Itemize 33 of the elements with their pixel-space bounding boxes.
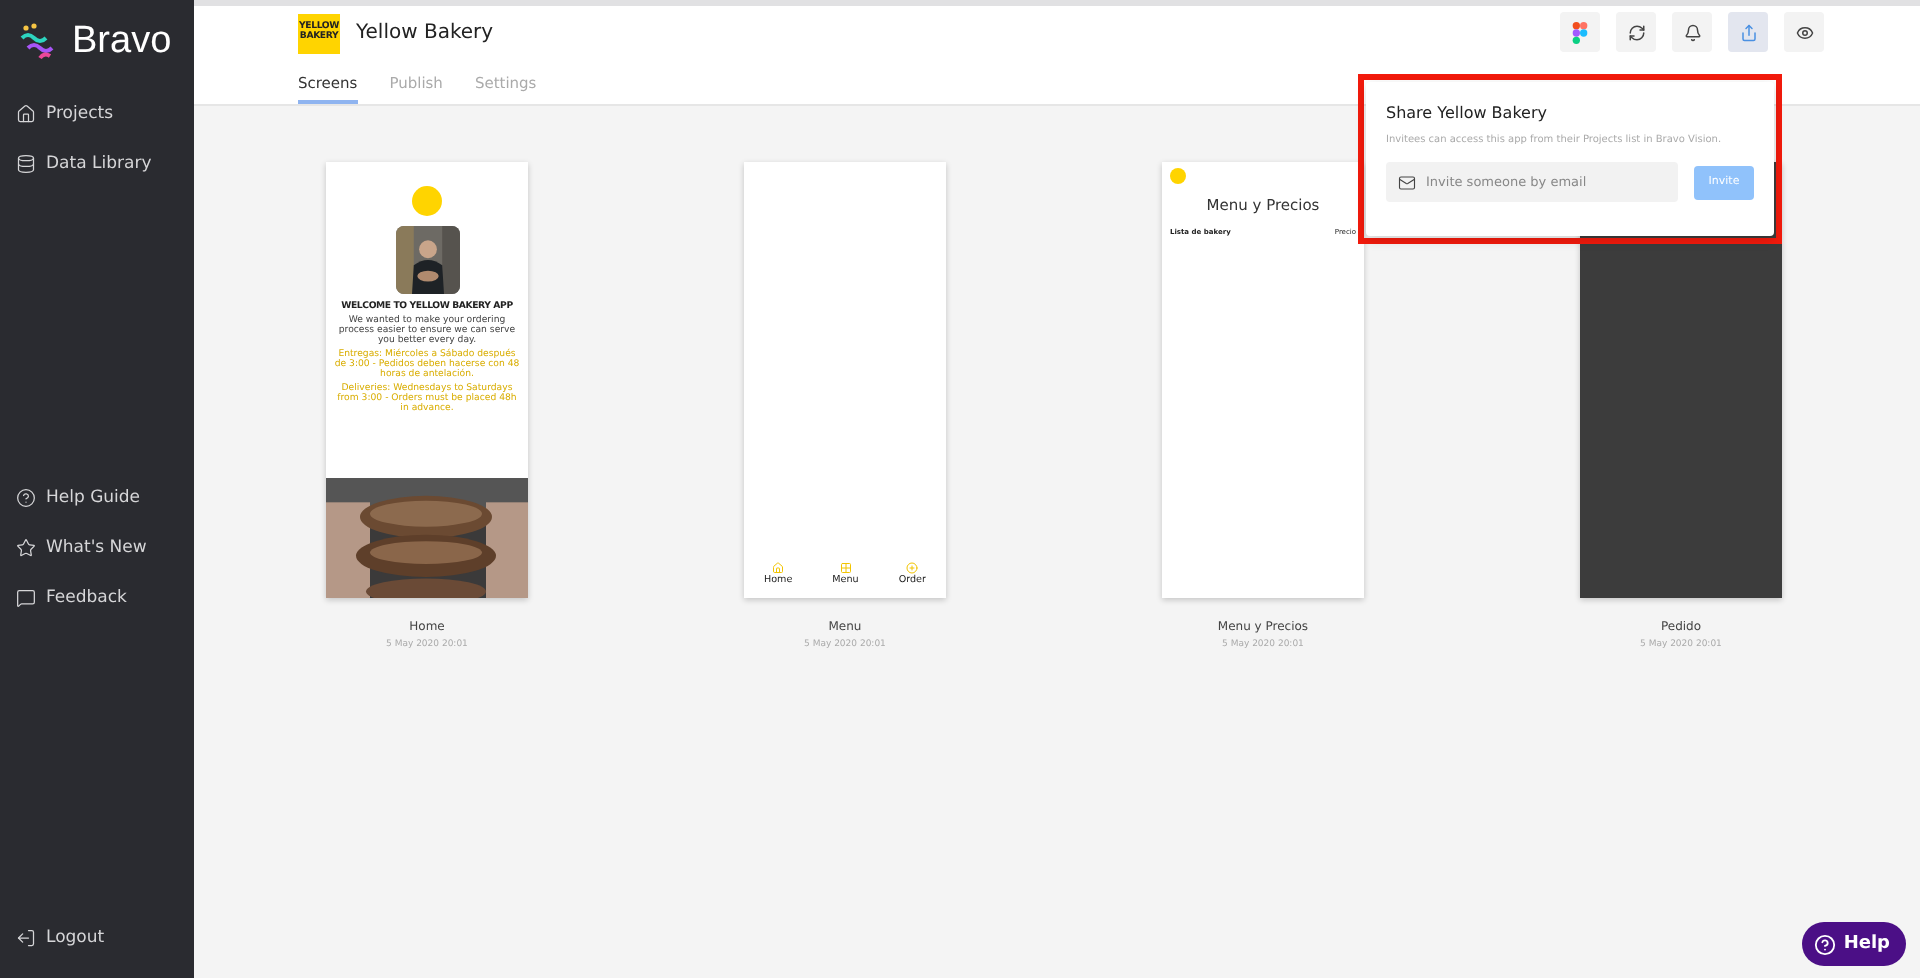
- help-icon: [16, 487, 36, 507]
- sidebar-item[interactable]: Projects: [16, 88, 194, 138]
- bell-icon: [1683, 23, 1701, 41]
- home-icon: [16, 103, 36, 123]
- plus-circle-icon: [906, 562, 919, 574]
- brand-name: Bravo: [72, 20, 172, 64]
- chat-icon: [16, 587, 36, 607]
- project-name: Yellow Bakery: [356, 22, 494, 44]
- bakery-logo-icon: [412, 186, 442, 216]
- screen-thumbnail[interactable]: [326, 162, 528, 598]
- mail-icon: [1398, 173, 1416, 191]
- share-icon: [1739, 23, 1757, 41]
- figma-icon: [1572, 21, 1588, 43]
- preview-button[interactable]: [1784, 12, 1824, 52]
- sidebar-item[interactable]: Feedback: [16, 572, 194, 622]
- help-icon: [1813, 933, 1836, 955]
- logout-icon: [16, 927, 36, 947]
- notifications-button[interactable]: [1672, 12, 1712, 52]
- figma-button[interactable]: [1560, 12, 1600, 52]
- refresh-icon: [1627, 23, 1645, 41]
- sidebar-item[interactable]: What's New: [16, 522, 194, 572]
- sidebar-item[interactable]: Data Library: [16, 138, 194, 188]
- database-icon: [16, 153, 36, 173]
- logout-link[interactable]: Logout: [16, 912, 194, 962]
- grid-icon: [839, 562, 852, 574]
- help-button[interactable]: Help: [1801, 922, 1906, 966]
- sync-button[interactable]: [1616, 12, 1656, 52]
- home-icon: [772, 562, 785, 574]
- eye-icon: [1795, 23, 1813, 41]
- popover-title: Share Yellow Bakery: [1386, 104, 1549, 122]
- bakery-logo-icon: [1170, 168, 1186, 184]
- sidebar-item[interactable]: Help Guide: [16, 472, 194, 522]
- star-icon: [16, 537, 36, 557]
